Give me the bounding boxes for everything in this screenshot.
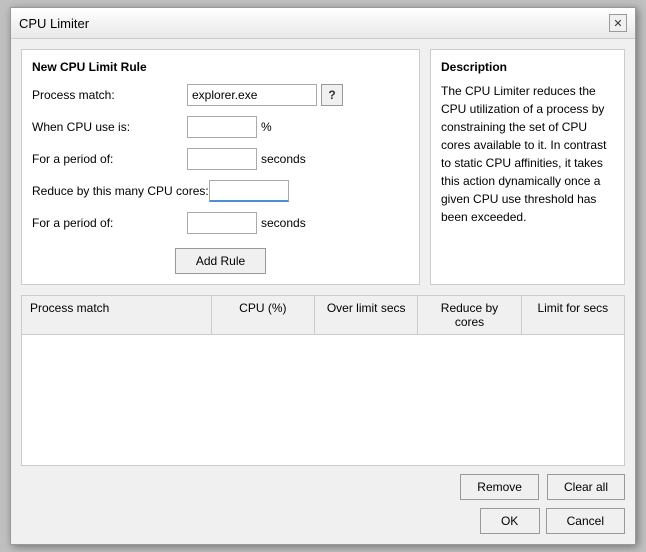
action-buttons: Remove Clear all: [460, 474, 625, 500]
description-title: Description: [441, 60, 614, 74]
cancel-button[interactable]: Cancel: [546, 508, 625, 534]
help-button[interactable]: ?: [321, 84, 343, 106]
cpu-use-input[interactable]: [187, 116, 257, 138]
reduce-cores-input[interactable]: [209, 180, 289, 202]
bottom-buttons: Remove Clear all: [21, 474, 625, 500]
cpu-use-label: When CPU use is:: [32, 120, 187, 134]
remove-button[interactable]: Remove: [460, 474, 539, 500]
cpu-use-row: When CPU use is: %: [32, 116, 409, 138]
description-panel: Description The CPU Limiter reduces the …: [430, 49, 625, 285]
reduce-row: Reduce by this many CPU cores:: [32, 180, 409, 202]
description-text: The CPU Limiter reduces the CPU utilizat…: [441, 82, 614, 226]
col-header-reduce: Reduce by cores: [418, 296, 521, 334]
ok-cancel-row: OK Cancel: [21, 506, 625, 534]
add-rule-row: Add Rule: [32, 248, 409, 274]
col-header-process: Process match: [22, 296, 212, 334]
close-button[interactable]: ✕: [609, 14, 627, 32]
process-match-row: Process match: ?: [32, 84, 409, 106]
top-section: New CPU Limit Rule Process match: ? When…: [21, 49, 625, 285]
form-panel: New CPU Limit Rule Process match: ? When…: [21, 49, 420, 285]
col-header-cpu: CPU (%): [212, 296, 315, 334]
period1-input-group: seconds: [187, 148, 306, 170]
ok-button[interactable]: OK: [480, 508, 540, 534]
window-body: New CPU Limit Rule Process match: ? When…: [11, 39, 635, 544]
title-bar-controls: ✕: [609, 14, 627, 32]
period2-label: For a period of:: [32, 216, 187, 230]
clear-all-button[interactable]: Clear all: [547, 474, 625, 500]
table-body: [22, 335, 624, 465]
reduce-label: Reduce by this many CPU cores:: [32, 184, 209, 198]
form-panel-title: New CPU Limit Rule: [32, 60, 409, 74]
add-rule-button[interactable]: Add Rule: [175, 248, 266, 274]
period1-label: For a period of:: [32, 152, 187, 166]
cpu-unit: %: [261, 120, 272, 134]
period2-input[interactable]: [187, 212, 257, 234]
window-title: CPU Limiter: [19, 16, 89, 31]
title-bar: CPU Limiter ✕: [11, 8, 635, 39]
process-match-label: Process match:: [32, 88, 187, 102]
period2-input-group: seconds: [187, 212, 306, 234]
period1-input[interactable]: [187, 148, 257, 170]
col-header-limitsecs: Limit for secs: [522, 296, 624, 334]
main-window: CPU Limiter ✕ New CPU Limit Rule Process…: [10, 7, 636, 545]
process-match-input[interactable]: [187, 84, 317, 106]
process-match-input-group: ?: [187, 84, 343, 106]
col-header-overlimit: Over limit secs: [315, 296, 418, 334]
table-header: Process match CPU (%) Over limit secs Re…: [22, 296, 624, 335]
reduce-input-group: [209, 180, 289, 202]
period1-row: For a period of: seconds: [32, 148, 409, 170]
period2-row: For a period of: seconds: [32, 212, 409, 234]
rules-table: Process match CPU (%) Over limit secs Re…: [21, 295, 625, 466]
period1-unit: seconds: [261, 152, 306, 166]
period2-unit: seconds: [261, 216, 306, 230]
cpu-use-input-group: %: [187, 116, 272, 138]
